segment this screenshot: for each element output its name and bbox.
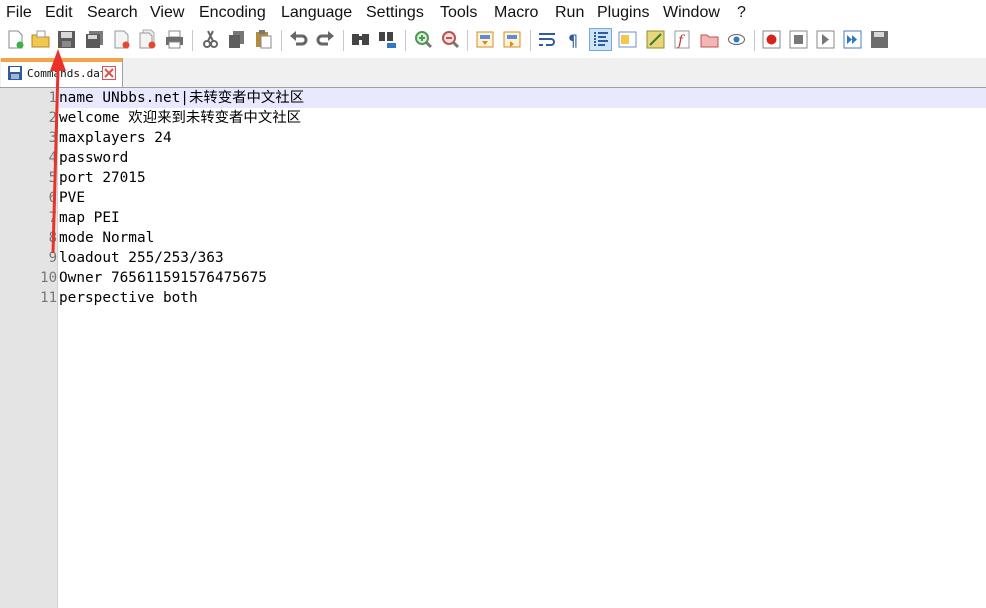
toolbar-separator <box>281 30 282 51</box>
folder-icon[interactable] <box>699 29 720 50</box>
line-number: 7 <box>48 210 57 226</box>
menu-view[interactable]: View <box>150 4 184 22</box>
menu-settings[interactable]: Settings <box>366 4 424 22</box>
menu-plugins[interactable]: Plugins <box>597 4 649 22</box>
undo-icon[interactable] <box>288 29 309 50</box>
code-line[interactable]: name UNbbs.net|未转变者中文社区 <box>59 88 304 108</box>
menu-file[interactable]: File <box>6 4 32 22</box>
tab-bar: Commands.dat <box>0 58 986 88</box>
open-file-icon[interactable] <box>30 29 51 50</box>
replace-icon[interactable] <box>377 29 398 50</box>
line-number: 8 <box>48 230 57 246</box>
code-line[interactable]: Owner 765611591576475675 <box>59 268 267 288</box>
toolbar-separator <box>530 30 531 51</box>
menu-tools[interactable]: Tools <box>440 4 477 22</box>
save-icon[interactable] <box>56 29 77 50</box>
close-all-icon[interactable] <box>137 29 158 50</box>
line-number: 6 <box>48 190 57 206</box>
monitor-icon[interactable] <box>726 29 747 50</box>
sync-horizontal-icon[interactable] <box>502 29 523 50</box>
tab-active-indicator <box>1 58 122 62</box>
line-number: 2 <box>48 110 57 126</box>
toolbar-separator <box>754 30 755 51</box>
code-line[interactable]: maxplayers 24 <box>59 128 172 148</box>
toolbar-separator <box>192 30 193 51</box>
saved-file-icon <box>8 66 22 80</box>
zoom-in-icon[interactable] <box>413 29 434 50</box>
line-number-gutter: 1 2 3 4 5 6 7 8 9 10 11 <box>0 88 58 608</box>
text-editor[interactable] <box>58 88 986 608</box>
line-number: 11 <box>40 290 57 306</box>
menu-edit[interactable]: Edit <box>45 4 73 22</box>
menu-macro[interactable]: Macro <box>494 4 538 22</box>
tab-commands-dat[interactable]: Commands.dat <box>1 58 123 87</box>
tab-label: Commands.dat <box>27 67 107 80</box>
toolbar-separator <box>405 30 406 51</box>
close-icon[interactable] <box>111 29 132 50</box>
play-macro-icon[interactable] <box>815 29 836 50</box>
doc-map-icon[interactable] <box>617 29 638 50</box>
code-line[interactable]: port 27015 <box>59 168 146 188</box>
code-line[interactable]: perspective both <box>59 288 198 308</box>
menu-window[interactable]: Window <box>663 4 720 22</box>
sync-vertical-icon[interactable] <box>475 29 496 50</box>
code-line[interactable]: PVE <box>59 188 85 208</box>
code-line[interactable]: welcome 欢迎来到未转变者中文社区 <box>59 108 301 128</box>
menu-help[interactable]: ? <box>737 4 746 22</box>
svg-text:¶: ¶ <box>568 31 578 50</box>
line-number: 10 <box>40 270 57 286</box>
line-number: 3 <box>48 130 57 146</box>
save-macro-icon[interactable] <box>869 29 890 50</box>
line-number: 9 <box>48 250 57 266</box>
show-all-chars-icon[interactable]: ¶ <box>564 29 585 50</box>
menu-search[interactable]: Search <box>87 4 138 22</box>
toolbar-separator <box>467 30 468 51</box>
copy-icon[interactable] <box>226 29 247 50</box>
new-file-icon[interactable] <box>5 29 26 50</box>
toolbar: ¶ f <box>0 27 986 55</box>
menu-encoding[interactable]: Encoding <box>199 4 266 22</box>
redo-icon[interactable] <box>315 29 336 50</box>
menu-run[interactable]: Run <box>555 4 584 22</box>
line-number: 1 <box>48 90 57 106</box>
line-number: 4 <box>48 150 57 166</box>
cut-icon[interactable] <box>200 29 221 50</box>
code-line[interactable]: loadout 255/253/363 <box>59 248 224 268</box>
find-icon[interactable] <box>350 29 371 50</box>
code-line[interactable]: password <box>59 148 128 168</box>
function-list-icon[interactable] <box>645 29 666 50</box>
toolbar-separator <box>343 30 344 51</box>
code-line[interactable]: mode Normal <box>59 228 154 248</box>
line-number: 5 <box>48 170 57 186</box>
run-macro-multiple-icon[interactable] <box>842 29 863 50</box>
indent-guide-icon[interactable] <box>589 28 612 51</box>
paste-icon[interactable] <box>253 29 274 50</box>
record-macro-icon[interactable] <box>761 29 782 50</box>
save-all-icon[interactable] <box>84 29 105 50</box>
word-wrap-icon[interactable] <box>537 29 558 50</box>
code-line[interactable]: map PEI <box>59 208 120 228</box>
tab-close-icon[interactable] <box>102 66 116 80</box>
menu-bar: File Edit Search View Encoding Language … <box>0 0 986 27</box>
print-icon[interactable] <box>164 29 185 50</box>
folder-workspace-icon[interactable]: f <box>672 29 693 50</box>
zoom-out-icon[interactable] <box>440 29 461 50</box>
stop-record-icon[interactable] <box>788 29 809 50</box>
menu-language[interactable]: Language <box>281 4 352 22</box>
